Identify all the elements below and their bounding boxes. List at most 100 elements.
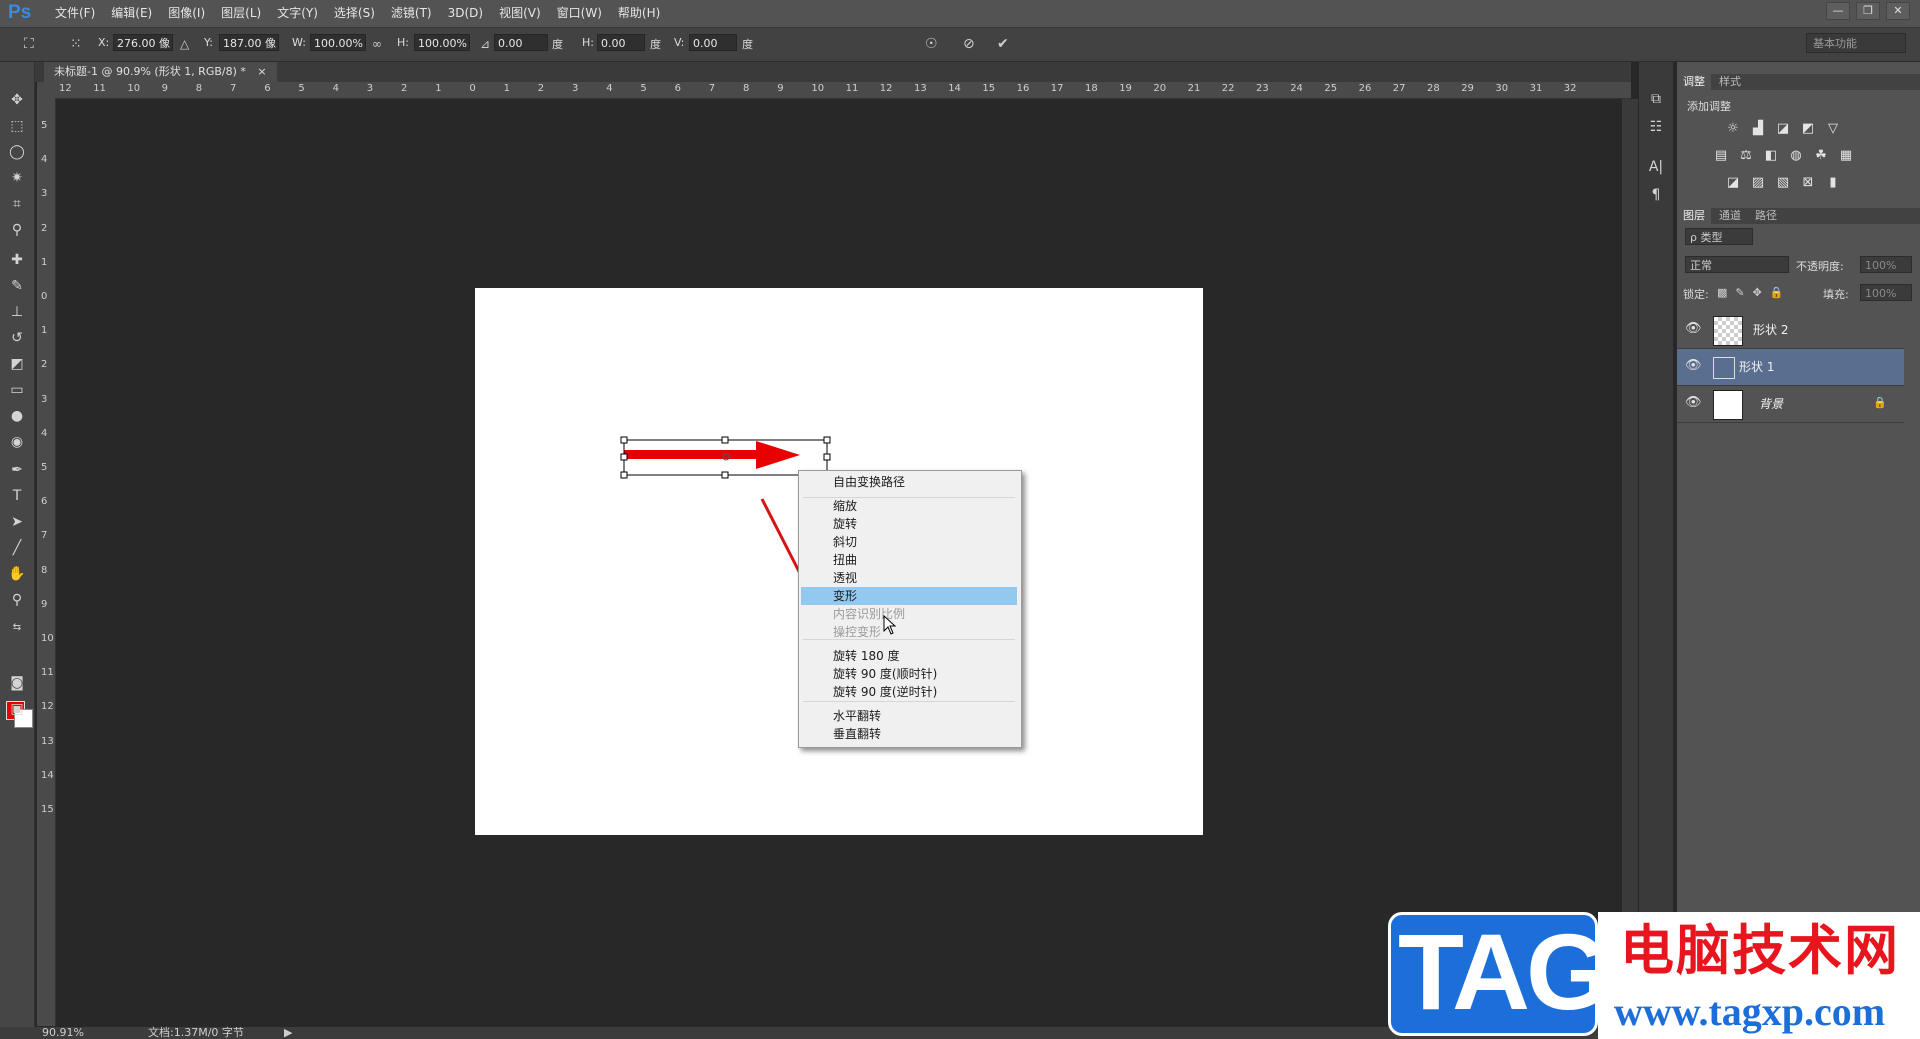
menu-item[interactable]: 帮助(H) [610, 0, 668, 27]
context-menu-item[interactable]: 透视 [801, 569, 1017, 587]
crop-tool-icon[interactable]: ⌗ [7, 194, 27, 214]
width-field[interactable]: 100.00% [310, 34, 366, 51]
photo-filter-icon[interactable]: ◍ [1788, 149, 1804, 163]
zoom-level[interactable]: 90.91% [42, 1027, 84, 1039]
hand-tool-icon[interactable]: ✋ [7, 564, 27, 584]
angle-field[interactable]: 0.00 [494, 34, 548, 51]
transform-tool-icon[interactable]: ⛶ [24, 34, 34, 54]
gradient-map-icon[interactable]: ▮ [1825, 176, 1841, 190]
threshold-icon[interactable]: ▧ [1775, 176, 1791, 190]
context-menu-item[interactable]: 旋转 90 度(顺时针) [801, 665, 1017, 683]
properties-panel-icon[interactable]: ☷ [1647, 118, 1665, 136]
magic-wand-icon[interactable]: ✷ [7, 168, 27, 188]
menu-item[interactable]: 图层(L) [213, 0, 269, 27]
height-field[interactable]: 100.00% [414, 34, 470, 51]
tab-layers[interactable]: 图层 [1677, 208, 1711, 224]
selective-color-icon[interactable]: ⊠ [1800, 176, 1816, 190]
menu-item[interactable]: 3D(D) [440, 0, 491, 27]
curves-icon[interactable]: ◪ [1775, 122, 1791, 136]
link-icon[interactable]: ∞ [372, 34, 382, 54]
pen-tool-icon[interactable]: ✒ [7, 460, 27, 480]
vibrance-icon[interactable]: ▽ [1825, 122, 1841, 136]
healing-brush-icon[interactable]: ✚ [7, 250, 27, 270]
context-menu-item[interactable]: 旋转 90 度(逆时针) [801, 683, 1017, 701]
context-menu-item[interactable]: 旋转 180 度 [801, 647, 1017, 665]
warp-mode-icon[interactable]: ☉ [925, 34, 938, 54]
x-field[interactable]: 276.00 像 [113, 34, 173, 51]
marquee-tool-icon[interactable]: ⬚ [7, 116, 27, 136]
gradient-tool-icon[interactable]: ▭ [7, 380, 27, 400]
screen-mode-icon[interactable]: ▣ [7, 699, 27, 719]
history-panel-icon[interactable]: ⧉ [1647, 90, 1665, 108]
document-tab[interactable]: 未标题-1 @ 90.9% (形状 1, RGB/8) * × [44, 62, 277, 82]
status-arrow-icon[interactable]: ▶ [284, 1027, 292, 1039]
type-tool-icon[interactable]: T [7, 486, 27, 506]
cancel-transform-icon[interactable]: ⊘ [963, 34, 975, 54]
context-menu-item[interactable]: 扭曲 [801, 551, 1017, 569]
tab-channels[interactable]: 通道 [1713, 208, 1747, 224]
stamp-tool-icon[interactable]: ⊥ [7, 302, 27, 322]
fill-field[interactable]: 100% [1860, 284, 1912, 301]
hue-saturation-icon[interactable]: ▤ [1713, 149, 1729, 163]
close-button[interactable]: ✕ [1886, 2, 1910, 20]
layer-row-shape2[interactable]: 👁 形状 2 [1677, 312, 1904, 349]
eraser-tool-icon[interactable]: ◩ [7, 354, 27, 374]
workspace-select[interactable]: 基本功能 [1806, 33, 1906, 53]
history-brush-icon[interactable]: ↺ [7, 328, 27, 348]
menu-item[interactable]: 选择(S) [326, 0, 383, 27]
hskew-field[interactable]: 0.00 [597, 34, 645, 51]
vertical-ruler[interactable]: 5 4 3 2 1 0 1 2 3 4 5 6 7 8 9 10 11 12 13 14 15 [37, 98, 56, 1026]
context-menu-item[interactable]: 斜切 [801, 533, 1017, 551]
horizontal-ruler[interactable]: 12 11 10 9 8 7 6 5 4 3 2 1 0 1 2 3 4 5 6 7 8 9 10 11 12 13 14 15 16 1… [55, 82, 1631, 99]
vskew-field[interactable]: 0.00 [689, 34, 737, 51]
restore-button[interactable]: ❐ [1856, 2, 1880, 20]
reference-point-icon[interactable]: ⁙ [70, 34, 82, 54]
quick-mask-icon[interactable]: ◙ [7, 673, 27, 693]
context-menu-item[interactable]: 旋转 [801, 515, 1017, 533]
context-menu-item[interactable]: 垂直翻转 [801, 725, 1017, 743]
invert-icon[interactable]: ◪ [1725, 176, 1741, 190]
levels-icon[interactable]: ▟ [1750, 122, 1766, 136]
context-menu-item[interactable]: 缩放 [801, 497, 1017, 515]
context-menu-item[interactable]: 变形 [801, 587, 1017, 605]
visibility-eye-icon[interactable]: 👁 [1685, 322, 1702, 336]
tab-adjustments[interactable]: 调整 [1677, 74, 1711, 90]
minimize-button[interactable]: — [1826, 2, 1850, 20]
color-balance-icon[interactable]: ⚖ [1738, 149, 1754, 163]
opacity-field[interactable]: 100% [1860, 256, 1912, 273]
posterize-icon[interactable]: ▨ [1750, 176, 1766, 190]
context-menu-item[interactable]: 水平翻转 [801, 707, 1017, 725]
color-lookup-icon[interactable]: ▦ [1838, 149, 1854, 163]
dodge-tool-icon[interactable]: ◉ [7, 432, 27, 452]
menu-item[interactable]: 图像(I) [160, 0, 213, 27]
commit-transform-icon[interactable]: ✔ [997, 34, 1009, 54]
eyedropper-icon[interactable]: ⚲ [7, 220, 27, 240]
canvas-vertical-scrollbar[interactable] [1622, 99, 1638, 1026]
blur-tool-icon[interactable]: ● [7, 406, 27, 426]
zoom-tool-icon[interactable]: ⚲ [7, 590, 27, 610]
channel-mixer-icon[interactable]: ☘ [1813, 149, 1829, 163]
layer-row-shape1[interactable]: 👁 形状 1 [1677, 349, 1904, 386]
line-tool-icon[interactable]: ╱ [7, 538, 27, 558]
context-menu-item[interactable]: 自由变换路径 [801, 473, 1017, 491]
paragraph-panel-icon[interactable]: ¶ [1647, 186, 1665, 204]
layer-kind-filter[interactable]: ρ 类型 [1685, 228, 1753, 245]
menu-item[interactable]: 滤镜(T) [383, 0, 440, 27]
lasso-tool-icon[interactable]: ◯ [7, 142, 27, 162]
menu-item[interactable]: 窗口(W) [549, 0, 610, 27]
close-tab-icon[interactable]: × [257, 65, 266, 78]
move-tool-icon[interactable]: ✥ [7, 90, 27, 110]
menu-item[interactable]: 文件(F) [47, 0, 103, 27]
black-white-icon[interactable]: ◧ [1763, 149, 1779, 163]
character-panel-icon[interactable]: A| [1647, 158, 1665, 176]
swap-colors-icon[interactable]: ⇆ [7, 618, 27, 638]
delta-icon[interactable]: △ [180, 34, 189, 54]
y-field[interactable]: 187.00 像 [219, 34, 279, 51]
lock-icons[interactable]: ▩✎✥🔒 [1717, 286, 1792, 299]
brush-tool-icon[interactable]: ✎ [7, 276, 27, 296]
visibility-eye-icon[interactable]: 👁 [1685, 396, 1702, 410]
exposure-icon[interactable]: ◩ [1800, 122, 1816, 136]
menu-item[interactable]: 视图(V) [491, 0, 549, 27]
brightness-icon[interactable]: ☼ [1725, 122, 1741, 136]
path-select-icon[interactable]: ➤ [7, 512, 27, 532]
